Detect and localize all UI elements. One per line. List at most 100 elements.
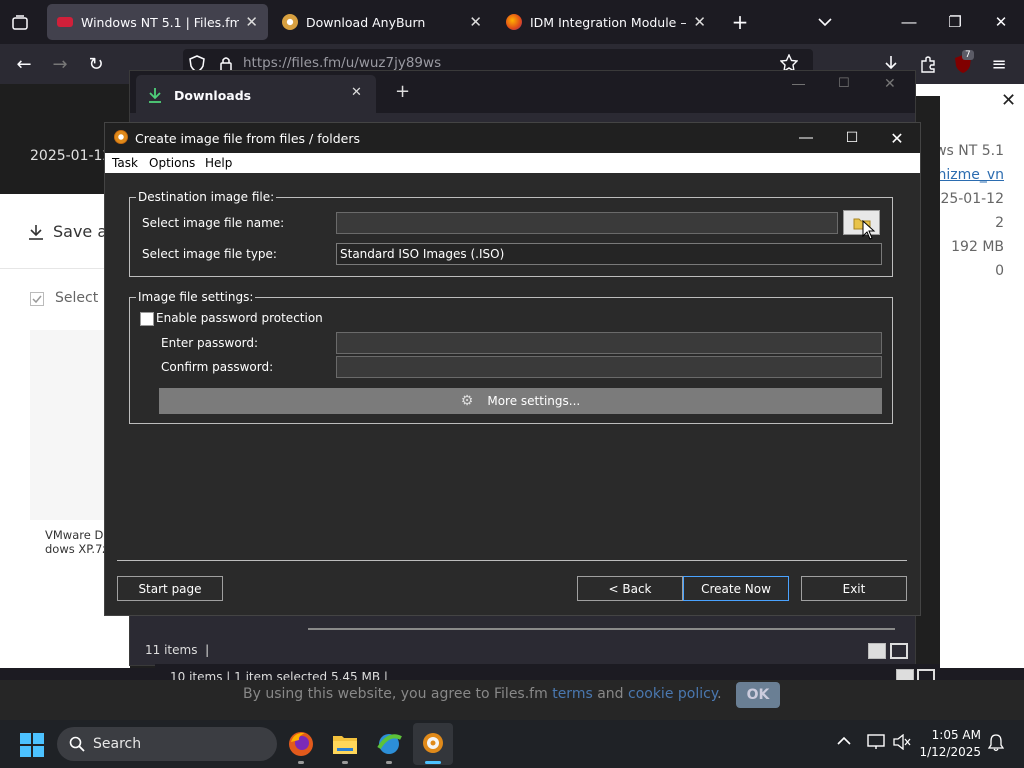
cookie-policy-link[interactable]: cookie policy: [628, 686, 717, 702]
dialog-titlebar: Create image file from files / folders ―…: [105, 123, 920, 153]
gear-icon: ⚙: [460, 393, 474, 409]
dialog-maximize-icon[interactable]: ☐: [829, 123, 875, 153]
back-button[interactable]: < Back: [577, 576, 683, 601]
menu-task[interactable]: Task: [112, 156, 138, 170]
file-explorer-taskbar-icon[interactable]: [329, 728, 361, 760]
downloads-items-count-text: 11 items: [145, 643, 198, 657]
menu-help[interactable]: Help: [205, 156, 232, 170]
cookie-consent-text: By using this website, you agree to File…: [243, 686, 722, 702]
tab-close-icon[interactable]: ✕: [469, 13, 482, 31]
webpage-date: 2025-01-12: [30, 148, 112, 164]
file-name-line-2: dows XP.7z: [45, 542, 107, 556]
menu-options[interactable]: Options: [149, 156, 195, 170]
search-label: Search: [93, 736, 142, 752]
start-page-button[interactable]: Start page: [117, 576, 223, 601]
cookie-text-and: and: [592, 686, 628, 702]
browser-close-icon[interactable]: ✕: [978, 0, 1024, 44]
downloads-item-count: 11 items |: [145, 643, 210, 657]
side-panel-close-icon[interactable]: ✕: [1001, 90, 1016, 111]
dialog-close-icon[interactable]: ✕: [874, 123, 920, 153]
cookie-banner: By using this website, you agree to File…: [0, 680, 1024, 720]
tab-files-fm[interactable]: Windows NT 5.1 | Files.fm. ✕: [47, 4, 268, 40]
download-tab-icon: [148, 87, 162, 106]
password-protection-label[interactable]: Enable password protection: [156, 311, 323, 325]
more-settings-label: More settings...: [487, 394, 581, 408]
tab-close-icon[interactable]: ✕: [693, 13, 706, 31]
tab-close-icon[interactable]: ✕: [245, 13, 258, 31]
windows-taskbar: Search 1:05 AM 1/12/2025: [0, 720, 1024, 768]
image-file-name-input[interactable]: [336, 212, 838, 234]
browser-minimize-icon[interactable]: ―: [886, 0, 932, 44]
extensions-puzzle-icon[interactable]: [911, 44, 945, 84]
downloads-tab[interactable]: [136, 75, 376, 115]
downloads-minimize-icon[interactable]: ―: [792, 77, 805, 92]
file-name-label[interactable]: VMware Dr dows XP.7z: [45, 528, 107, 556]
tab-title: IDM Integration Module – Get t: [530, 14, 687, 30]
tiles-view-icon[interactable]: [890, 643, 908, 659]
notification-bell-icon[interactable]: [987, 734, 1005, 755]
downloads-close-icon[interactable]: ✕: [884, 76, 896, 92]
side-panel-size: 192 MB: [951, 239, 1004, 255]
dialog-body: Destination image file: Select image fil…: [105, 173, 920, 615]
firefox-taskbar-icon[interactable]: [285, 728, 317, 760]
more-settings-button[interactable]: ⚙ More settings...: [159, 388, 882, 414]
file-thumbnail[interactable]: [30, 330, 110, 520]
forward-arrow-icon[interactable]: →: [43, 44, 77, 84]
taskbar-search-box[interactable]: Search: [57, 727, 277, 761]
reload-icon[interactable]: ↻: [79, 44, 113, 84]
idm-taskbar-icon[interactable]: [373, 728, 405, 760]
details-view-icon[interactable]: [868, 643, 886, 659]
ublock-origin-icon[interactable]: 7: [946, 44, 980, 84]
back-arrow-icon[interactable]: ←: [7, 44, 41, 84]
list-tabs-chevron-icon[interactable]: [808, 2, 842, 42]
side-panel-user-link[interactable]: hizme_vn: [937, 167, 1004, 183]
save-download-icon[interactable]: [28, 224, 44, 243]
dialog-minimize-icon[interactable]: ―: [783, 123, 829, 153]
create-image-dialog: Create image file from files / folders ―…: [104, 122, 921, 616]
mouse-cursor-icon: [862, 220, 876, 240]
confirm-password-input[interactable]: [336, 356, 882, 378]
image-type-label: Select image file type:: [142, 247, 277, 261]
clock-time[interactable]: 1:05 AM: [925, 728, 981, 742]
show-hidden-icons-chevron-icon[interactable]: [837, 735, 851, 749]
active-app-indicator: [425, 761, 441, 764]
terms-link[interactable]: terms: [552, 686, 593, 702]
start-windows-icon[interactable]: [20, 733, 44, 760]
file-name-line-1: VMware Dr: [45, 528, 107, 542]
cookie-text-dot: .: [717, 686, 722, 702]
app-menu-hamburger-icon[interactable]: ≡: [982, 44, 1016, 84]
anyburn-taskbar-button[interactable]: [413, 723, 453, 765]
downloads-maximize-icon[interactable]: ☐: [838, 76, 850, 91]
search-icon: [69, 736, 85, 752]
dialog-menubar: Task Options Help: [105, 153, 920, 173]
save-all-link[interactable]: Save al: [53, 222, 112, 241]
cookie-ok-button[interactable]: OK: [736, 682, 780, 708]
exit-button[interactable]: Exit: [801, 576, 907, 601]
firefox-favicon: [506, 14, 522, 30]
image-name-label: Select image file name:: [142, 216, 285, 230]
anyburn-disc-icon: [114, 130, 128, 144]
image-file-type-select[interactable]: Standard ISO Images (.ISO): [336, 243, 882, 265]
confirm-password-label: Confirm password:: [161, 360, 274, 374]
tab-idm-integration[interactable]: IDM Integration Module – Get t ✕: [496, 4, 716, 40]
running-indicator: [342, 761, 348, 764]
select-all-checkbox[interactable]: [30, 292, 44, 306]
clock-date[interactable]: 1/12/2025: [913, 745, 981, 759]
create-now-button[interactable]: Create Now: [683, 576, 789, 601]
tab-download-anyburn[interactable]: Download AnyBurn ✕: [272, 4, 492, 40]
new-tab-icon[interactable]: +: [723, 2, 757, 42]
tab-overview-icon[interactable]: [3, 3, 37, 43]
volume-muted-icon[interactable]: [893, 733, 911, 753]
tab-title: Download AnyBurn: [306, 14, 426, 30]
image-settings-group-label: Image file settings:: [138, 290, 254, 304]
downloads-new-tab-icon[interactable]: +: [395, 81, 410, 102]
browser-restore-icon[interactable]: ❐: [932, 0, 978, 44]
dialog-title: Create image file from files / folders: [135, 131, 360, 146]
downloads-tab-close-icon[interactable]: ✕: [351, 85, 362, 100]
anyburn-taskbar-icon: [423, 733, 443, 753]
password-protection-checkbox[interactable]: [140, 312, 154, 326]
enter-password-input[interactable]: [336, 332, 882, 354]
select-label[interactable]: Select: [55, 290, 98, 306]
network-icon[interactable]: [867, 734, 885, 753]
url-text[interactable]: https://files.fm/u/wuz7jy89ws: [243, 55, 441, 71]
